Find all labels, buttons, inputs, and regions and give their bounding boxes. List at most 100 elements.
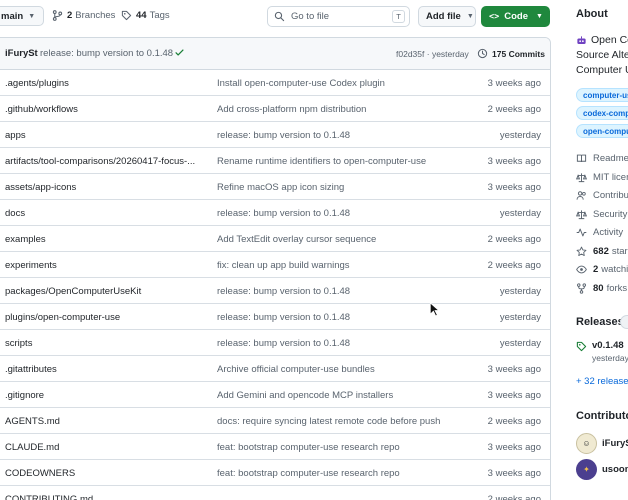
file-name[interactable]: artifacts/tool-comparisons/20260417-focu… <box>5 156 201 167</box>
sidebar-link[interactable]: 2 watchi <box>576 264 628 275</box>
file-name[interactable]: plugins/open-computer-use <box>5 312 201 323</box>
sidebar-link[interactable]: Security <box>576 209 627 220</box>
file-name[interactable]: AGENTS.md <box>5 416 201 427</box>
file-name[interactable]: docs <box>5 208 201 219</box>
go-to-file-placeholder: Go to file <box>291 11 330 22</box>
file-commit-message[interactable]: release: bump version to 0.1.48 <box>217 130 350 141</box>
topic-tag[interactable]: computer-us <box>576 88 628 102</box>
file-age: 3 weeks ago <box>487 390 541 401</box>
star-icon <box>576 246 587 256</box>
sidebar-link[interactable]: 80 forks <box>576 283 627 294</box>
file-name[interactable]: scripts <box>5 338 201 349</box>
contributors-heading: Contributo <box>576 410 628 422</box>
code-button[interactable]: <> Code ▼ <box>481 6 550 27</box>
file-age: 3 weeks ago <box>487 182 541 193</box>
table-row[interactable]: .agents/plugins Install open-computer-use… <box>0 70 550 96</box>
contributor-name: usoon <box>602 464 628 475</box>
file-name[interactable]: CONTRIBUTING.md <box>5 494 201 500</box>
file-rows: .agents/plugins Install open-computer-use… <box>0 70 550 500</box>
branches-link[interactable]: 2 Branches <box>52 10 115 21</box>
tag-icon <box>576 341 587 352</box>
file-age: 3 weeks ago <box>487 468 541 479</box>
table-row[interactable]: .gitignore Add Gemini and opencode MCP in… <box>0 382 550 408</box>
file-name[interactable]: examples <box>5 234 201 245</box>
fork-icon <box>577 282 586 294</box>
tags-count: 44 <box>136 10 147 21</box>
go-to-file-input[interactable]: Go to file T <box>267 6 410 27</box>
file-name[interactable]: .gitignore <box>5 390 201 401</box>
file-commit-message[interactable]: Rename runtime identifiers to open-compu… <box>217 156 426 167</box>
pulse-icon <box>576 228 587 237</box>
file-commit-message[interactable]: Install open-computer-use Codex plugin <box>217 78 385 89</box>
file-name[interactable]: experiments <box>5 260 201 271</box>
table-row[interactable]: docs release: bump version to 0.1.48 yeste… <box>0 200 550 226</box>
file-name[interactable]: packages/OpenComputerUseKit <box>5 286 201 297</box>
commit-author[interactable]: iFurySt <box>5 48 38 59</box>
table-row[interactable]: experiments fix: clean up app build warni… <box>0 252 550 278</box>
latest-release[interactable]: v0.1.48 yesterday <box>576 340 628 363</box>
sidebar-link[interactable]: MIT licer <box>576 172 628 183</box>
table-row[interactable]: .gitattributes Archive official computer-… <box>0 356 550 382</box>
table-row[interactable]: artifacts/tool-comparisons/20260417-focu… <box>0 148 550 174</box>
sidebar-link-count: 682 <box>593 245 609 257</box>
file-commit-message[interactable]: Add TextEdit overlay cursor sequence <box>217 234 376 245</box>
file-name[interactable]: .github/workflows <box>5 104 201 115</box>
commit-hash-time[interactable]: f02d35f · yesterday <box>396 49 469 59</box>
file-commit-message[interactable]: feat: bootstrap computer-use research re… <box>217 442 400 453</box>
sidebar-link[interactable]: Activity <box>576 227 623 238</box>
table-row[interactable]: CONTRIBUTING.md 2 weeks ago <box>0 486 550 500</box>
file-commit-message[interactable]: Add cross-platform npm distribution <box>217 104 366 115</box>
table-row[interactable]: examples Add TextEdit overlay cursor sequ… <box>0 226 550 252</box>
contributor[interactable]: ☺ iFuryS <box>576 433 628 454</box>
table-row[interactable]: apps release: bump version to 0.1.48 yeste… <box>0 122 550 148</box>
about-heading: About <box>576 8 608 20</box>
table-row[interactable]: .github/workflows Add cross-platform npm … <box>0 96 550 122</box>
releases-heading: Releases <box>576 316 624 328</box>
file-age: 3 weeks ago <box>487 156 541 167</box>
sidebar-link[interactable]: Readme <box>576 153 628 164</box>
table-row[interactable]: scripts release: bump version to 0.1.48 ye… <box>0 330 550 356</box>
file-commit-message[interactable]: release: bump version to 0.1.48 <box>217 208 350 219</box>
file-commit-message[interactable]: release: bump version to 0.1.48 <box>217 312 350 323</box>
file-commit-message[interactable]: fix: clean up app build warnings <box>217 260 350 271</box>
topic-tag[interactable]: open-compu <box>576 124 628 138</box>
table-row[interactable]: CLAUDE.md feat: bootstrap computer-use re… <box>0 434 550 460</box>
file-name[interactable]: assets/app-icons <box>5 182 201 193</box>
file-name[interactable]: CLAUDE.md <box>5 442 201 453</box>
file-commit-message[interactable]: release: bump version to 0.1.48 <box>217 286 350 297</box>
table-row[interactable]: packages/OpenComputerUseKit release: bump… <box>0 278 550 304</box>
sidebar-link[interactable]: 682 star <box>576 246 628 257</box>
tags-link[interactable]: 44 Tags <box>121 10 170 21</box>
repo-description: Open Co Source Alte Computer U <box>576 33 628 78</box>
file-commit-message[interactable]: Refine macOS app icon sizing <box>217 182 344 193</box>
file-name[interactable]: .agents/plugins <box>5 78 201 89</box>
file-name[interactable]: apps <box>5 130 201 141</box>
topic-tag[interactable]: codex-comp <box>576 106 628 120</box>
file-age: 2 weeks ago <box>487 234 541 245</box>
file-commit-message[interactable]: release: bump version to 0.1.48 <box>217 338 350 349</box>
file-age: yesterday <box>499 338 541 349</box>
file-commit-message[interactable]: feat: bootstrap computer-use research re… <box>217 468 400 479</box>
table-row[interactable]: AGENTS.md docs: require syncing latest re… <box>0 408 550 434</box>
commit-message[interactable]: release: bump version to 0.1.48 <box>40 48 173 59</box>
file-commit-message[interactable]: docs: require syncing latest remote code… <box>217 416 440 427</box>
add-file-button[interactable]: Add file ▼ <box>418 6 476 27</box>
file-age: 3 weeks ago <box>487 78 541 89</box>
check-icon <box>175 49 184 56</box>
table-row[interactable]: assets/app-icons Refine macOS app icon si… <box>0 174 550 200</box>
table-row[interactable]: plugins/open-computer-use release: bump v… <box>0 304 550 330</box>
add-file-label: Add file <box>426 11 461 22</box>
branch-icon <box>52 10 63 21</box>
file-commit-message[interactable]: Add Gemini and opencode MCP installers <box>217 390 393 401</box>
more-releases-link[interactable]: + 32 releases <box>576 376 628 387</box>
table-row[interactable]: CODEOWNERS feat: bootstrap computer-use r… <box>0 460 550 486</box>
latest-commit-bar: iFurySt release: bump version to 0.1.48 … <box>0 38 550 70</box>
file-commit-message[interactable]: Archive official computer-use bundles <box>217 364 375 375</box>
contributor[interactable]: ✦ usoon <box>576 459 628 480</box>
branch-selector[interactable]: main ▼ <box>0 6 44 26</box>
commits-history-link[interactable]: 175 Commits <box>477 48 545 59</box>
file-age: 2 weeks ago <box>487 416 541 427</box>
file-name[interactable]: CODEOWNERS <box>5 468 201 479</box>
file-name[interactable]: .gitattributes <box>5 364 201 375</box>
sidebar-link[interactable]: Contribu <box>576 190 628 201</box>
